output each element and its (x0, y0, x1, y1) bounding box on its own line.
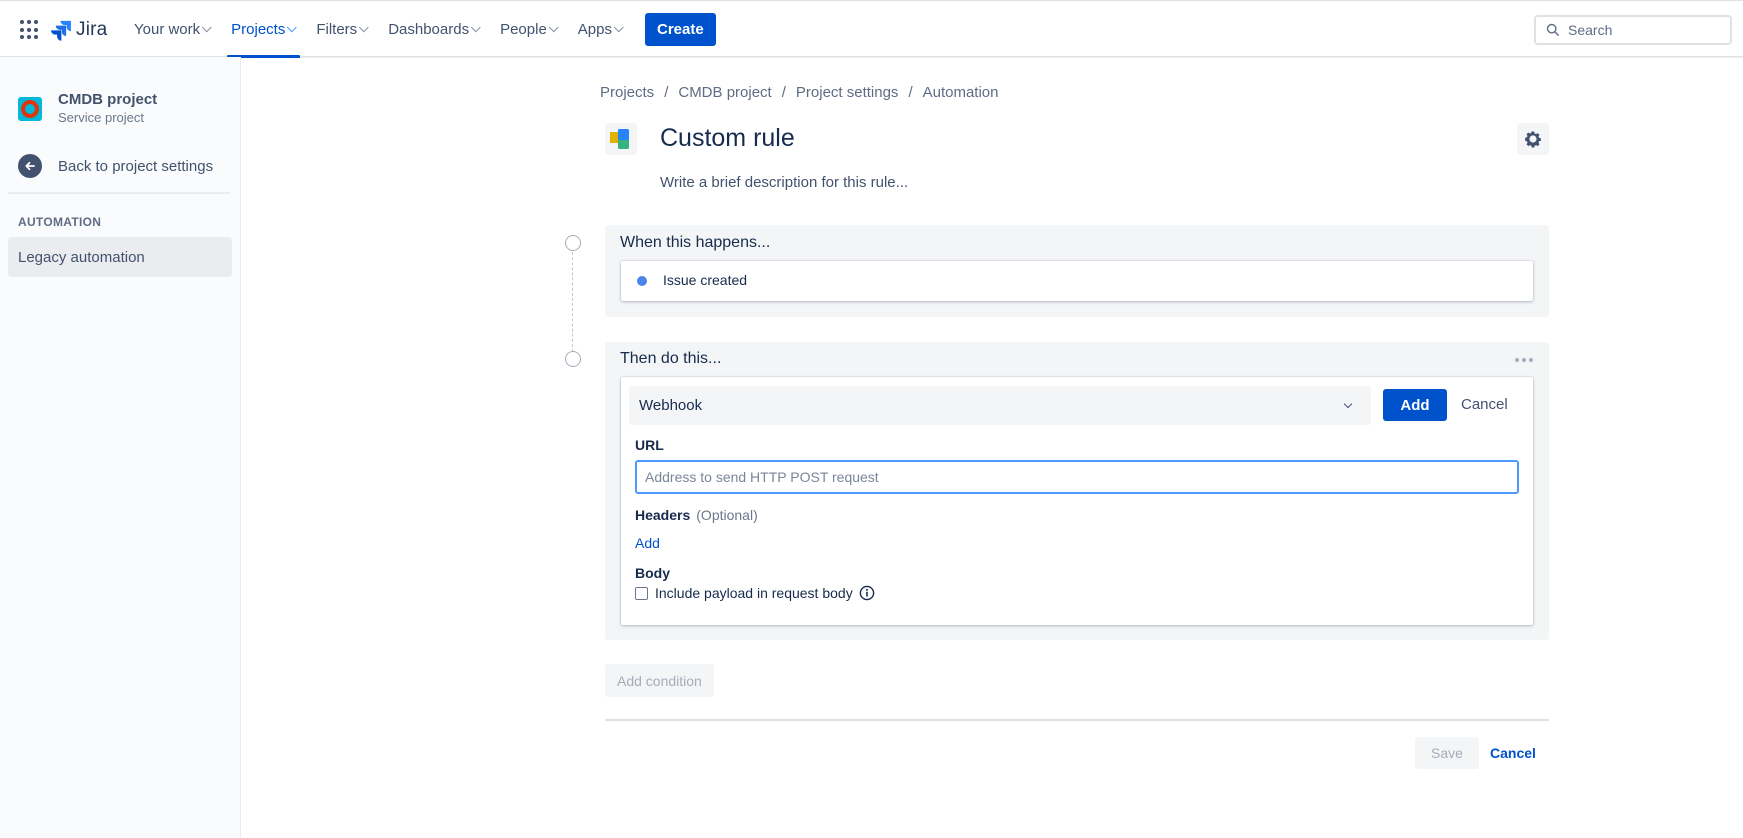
nav-label: People (500, 20, 547, 38)
rule-settings-button[interactable] (1517, 123, 1549, 155)
action-type-value: Webhook (639, 397, 703, 414)
add-header-link[interactable]: Add (635, 535, 660, 551)
search-input[interactable] (1568, 22, 1718, 38)
chevron-down-icon (1343, 399, 1353, 409)
back-label: Back to project settings (58, 157, 214, 175)
cancel-button[interactable]: Cancel (1490, 745, 1536, 761)
nav-apps[interactable]: Apps (568, 1, 633, 57)
create-button[interactable]: Create (645, 12, 716, 46)
sidebar: CMDB project Service project Back to pro… (0, 57, 241, 838)
chevron-down-icon (201, 21, 212, 32)
project-avatar (18, 96, 42, 121)
automation-cubes-icon (605, 123, 637, 155)
breadcrumb-project-settings[interactable]: Project settings (796, 84, 899, 101)
include-payload-option: Include payload in request body (635, 585, 875, 601)
action-heading: Then do this... (620, 350, 722, 367)
nav-people[interactable]: People (490, 1, 568, 57)
search-icon (1546, 23, 1559, 36)
trigger-section: When this happens... Issue created (605, 225, 1549, 317)
include-payload-checkbox[interactable] (635, 586, 648, 600)
breadcrumb-cmdb-project[interactable]: CMDB project (678, 84, 771, 101)
breadcrumb-separator: / (664, 84, 669, 101)
action-section: Then do this... Webhook Add Cancel URL H… (605, 342, 1549, 640)
sidebar-divider (8, 192, 230, 194)
trigger-card[interactable]: Issue created (621, 261, 1533, 301)
action-type-select[interactable]: Webhook (629, 386, 1371, 425)
webhook-action-card: Webhook Add Cancel URL Headers (Optional)… (621, 377, 1533, 625)
breadcrumb-separator: / (908, 84, 913, 101)
breadcrumb-projects[interactable]: Projects (600, 84, 654, 101)
timeline-node-action (565, 351, 581, 367)
headers-label: Headers (Optional) (635, 507, 758, 523)
gear-icon (1525, 131, 1541, 148)
search-box[interactable] (1534, 15, 1732, 45)
trigger-status-dot (637, 276, 647, 286)
headers-label-text: Headers (635, 507, 691, 523)
add-action-button[interactable]: Add (1383, 389, 1447, 421)
nav-label: Apps (577, 20, 612, 38)
trigger-label: Issue created (663, 272, 748, 288)
trigger-heading: When this happens... (620, 234, 771, 251)
chevron-down-icon (613, 21, 624, 32)
nav-filters[interactable]: Filters (306, 1, 378, 57)
footer-divider (605, 719, 1549, 721)
nav-label: Dashboards (388, 20, 470, 38)
breadcrumb: Projects / CMDB project / Project settings… (600, 84, 999, 101)
jira-logo-icon (51, 20, 71, 41)
jira-logo[interactable]: Jira (50, 17, 107, 43)
rule-description-placeholder[interactable]: Write a brief description for this rule.… (660, 174, 908, 191)
add-condition-button[interactable]: Add condition (605, 664, 714, 697)
url-input[interactable] (635, 460, 1519, 494)
project-type: Service project (58, 110, 144, 125)
chevron-down-icon (548, 21, 559, 32)
headers-optional-hint: (Optional) (696, 507, 758, 523)
nav-label: Filters (316, 20, 358, 38)
chevron-down-icon (287, 21, 298, 32)
info-icon[interactable] (859, 585, 875, 601)
nav-projects[interactable]: Projects (221, 1, 306, 58)
include-payload-label[interactable]: Include payload in request body (655, 585, 853, 601)
timeline-node-trigger (565, 235, 581, 251)
timeline-connector (572, 252, 573, 352)
sidebar-item-legacy-automation[interactable]: Legacy automation (8, 237, 232, 277)
nav-label: Projects (231, 20, 286, 38)
save-button[interactable]: Save (1415, 737, 1479, 769)
project-name: CMDB project (58, 91, 158, 108)
nav-your-work[interactable]: Your work (124, 1, 221, 57)
primary-nav: Your work Projects Filters Dashboards Pe… (124, 1, 716, 58)
body-label: Body (635, 565, 670, 581)
nav-dashboards[interactable]: Dashboards (378, 1, 490, 57)
top-navigation: Jira Your work Projects Filters Dashboar… (0, 0, 1743, 58)
product-name: Jira (76, 19, 108, 40)
back-to-project-settings[interactable]: Back to project settings (18, 154, 213, 178)
chevron-down-icon (470, 21, 481, 32)
chevron-down-icon (359, 21, 369, 32)
breadcrumb-automation[interactable]: Automation (923, 84, 999, 101)
rule-title[interactable]: Custom rule (660, 124, 795, 153)
app-switcher-icon[interactable] (20, 20, 40, 40)
breadcrumb-separator: / (781, 84, 786, 101)
project-header: CMDB project Service project (18, 91, 157, 126)
more-options-icon[interactable] (1515, 358, 1533, 362)
arrow-left-icon (18, 154, 42, 178)
cancel-action-button[interactable]: Cancel (1461, 396, 1508, 413)
sidebar-section-heading: AUTOMATION (18, 215, 102, 229)
nav-label: Your work (134, 20, 201, 38)
url-label: URL (635, 437, 664, 453)
